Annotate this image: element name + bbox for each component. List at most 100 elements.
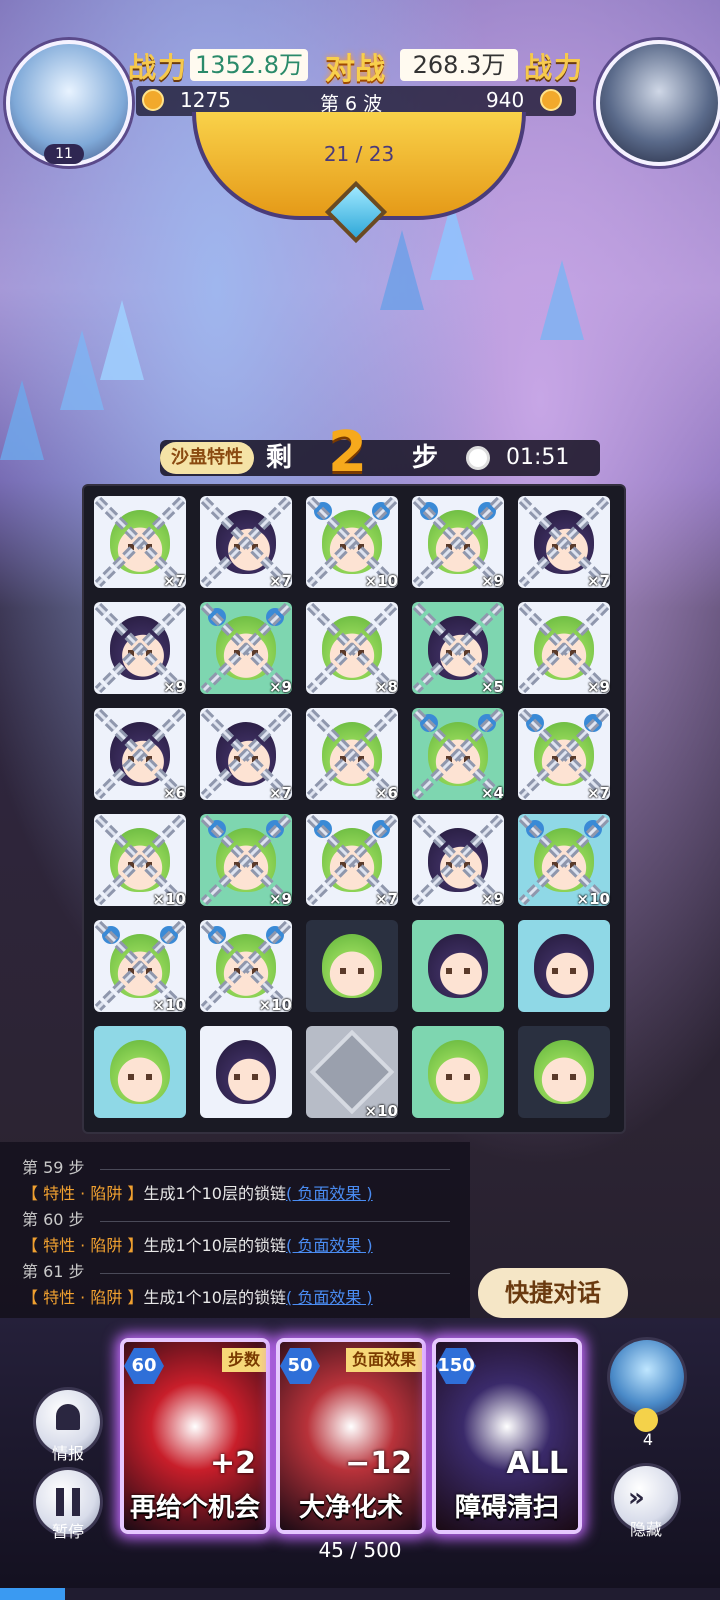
chain-count: ×5: [480, 678, 504, 696]
horn-icon: [266, 608, 284, 626]
step-status-bar: 沙蛊特性 剩 2 步 01:51: [160, 420, 600, 485]
skill-tag: 步数: [221, 1348, 266, 1372]
board-tile[interactable]: [408, 916, 508, 1016]
horn-icon: [584, 714, 602, 732]
hide-label: 隐藏: [629, 1520, 662, 1539]
board-tile[interactable]: ×10: [90, 916, 190, 1016]
timer: 01:51: [506, 445, 570, 470]
chain-count: ×7: [162, 572, 186, 590]
log-entry-59: 【 特性 · 陷阱 】生成1个10层的锁链( 负面效果 ): [22, 1182, 373, 1206]
board-tile[interactable]: ×10: [90, 810, 190, 910]
blue-hero-face: [428, 510, 488, 574]
board-tile[interactable]: ×9: [196, 810, 296, 910]
chain-count: ×9: [162, 678, 186, 696]
left-coin-icon: [142, 89, 164, 111]
board-tile[interactable]: ×7: [196, 704, 296, 804]
horn-icon: [478, 502, 496, 520]
tile-background: [518, 1026, 610, 1118]
board-tile[interactable]: ×9: [408, 492, 508, 592]
face-eyes: [340, 756, 364, 762]
hero-skill-avatar[interactable]: [610, 1340, 684, 1414]
face-eyes: [340, 650, 364, 656]
board-tile[interactable]: [408, 1022, 508, 1122]
green-hero-face: [534, 1040, 594, 1104]
horn-icon: [372, 820, 390, 838]
board-tile[interactable]: ×10: [302, 492, 402, 592]
log-divider: [100, 1169, 450, 1170]
board-tile[interactable]: ×7: [196, 492, 296, 592]
board-tile[interactable]: ×6: [90, 704, 190, 804]
trait-badge[interactable]: 沙蛊特性: [160, 442, 254, 474]
face-eyes: [340, 544, 364, 550]
crystal-decoration: [60, 330, 104, 410]
horn-icon: [208, 820, 226, 838]
horn-icon: [526, 820, 544, 838]
board-tile[interactable]: ×9: [408, 810, 508, 910]
skill-card[interactable]: 50 负面效果 −12 大净化术: [276, 1338, 426, 1534]
face-eyes: [446, 968, 470, 974]
info-label: 情报: [51, 1444, 84, 1463]
enemy-avatar[interactable]: [596, 40, 720, 166]
face-eyes: [552, 1074, 576, 1080]
board-tile[interactable]: ×9: [90, 598, 190, 698]
negative-effect-link[interactable]: ( 负面效果 ): [286, 1288, 373, 1307]
horn-icon: [102, 926, 120, 944]
face-eyes: [340, 862, 364, 868]
board-tile[interactable]: [514, 916, 614, 1016]
skill-name: 障碍清扫: [454, 1493, 559, 1523]
chain-count: ×8: [374, 678, 398, 696]
energy-bar: [0, 1588, 720, 1600]
board-tile[interactable]: ×7: [302, 810, 402, 910]
board-tile[interactable]: [90, 1022, 190, 1122]
board-tile[interactable]: [514, 1022, 614, 1122]
face-eyes: [128, 756, 152, 762]
board-tile[interactable]: ×8: [302, 598, 402, 698]
horn-icon: [314, 502, 332, 520]
crystal-decoration: [0, 380, 44, 460]
pause-icon: [72, 1488, 80, 1516]
board-tile[interactable]: ×7: [90, 492, 190, 592]
purple-hero-face: [534, 510, 594, 574]
board-tile[interactable]: ×7: [514, 492, 614, 592]
skill-card[interactable]: 150 ALL 障碍清扫: [432, 1338, 582, 1534]
quick-chat-button[interactable]: 快捷对话: [478, 1268, 628, 1318]
board-tile[interactable]: ×6: [302, 704, 402, 804]
board-tile[interactable]: ×10: [514, 810, 614, 910]
board-tile[interactable]: ×10: [196, 916, 296, 1016]
board-tile[interactable]: ×9: [196, 598, 296, 698]
blue-hero-face: [534, 722, 594, 786]
board-tile[interactable]: ×7: [514, 704, 614, 804]
horn-icon: [420, 502, 438, 520]
face-eyes: [552, 968, 576, 974]
negative-effect-link[interactable]: ( 负面效果 ): [286, 1236, 373, 1255]
power-comparison: 战力 1352.8万 对战 268.3万 战力: [122, 46, 598, 87]
skill-card[interactable]: 60 步数 +2 再给个机会: [120, 1338, 270, 1534]
blue-hero-face: [110, 934, 170, 998]
horn-icon: [208, 608, 226, 626]
face-eyes: [234, 544, 258, 550]
board-tile[interactable]: ×5: [408, 598, 508, 698]
negative-effect-link[interactable]: ( 负面效果 ): [286, 1184, 373, 1203]
green-hero-face: [322, 616, 382, 680]
board-tile[interactable]: ×9: [514, 598, 614, 698]
purple-hero-face: [428, 828, 488, 892]
board-tile[interactable]: ×4: [408, 704, 508, 804]
chain-count: ×4: [480, 784, 504, 802]
chain-count: ×10: [364, 572, 398, 590]
chain-count: ×10: [152, 890, 186, 908]
board-tile[interactable]: [302, 916, 402, 1016]
skill-name: 大净化术: [298, 1493, 403, 1523]
log-divider: [100, 1221, 450, 1222]
skill-tag: 负面效果: [345, 1348, 422, 1372]
log-step-59: 第 59 步: [22, 1158, 85, 1177]
face-eyes: [128, 650, 152, 656]
player-level: 11: [44, 144, 84, 164]
blue-hero-face: [216, 828, 276, 892]
skill-effect-value: ALL: [506, 1446, 568, 1481]
green-hero-face: [322, 934, 382, 998]
board-tile[interactable]: [196, 1022, 296, 1122]
face-eyes: [552, 544, 576, 550]
board-tile[interactable]: ×10: [302, 1022, 402, 1122]
horn-icon: [478, 714, 496, 732]
green-hero-face: [534, 616, 594, 680]
